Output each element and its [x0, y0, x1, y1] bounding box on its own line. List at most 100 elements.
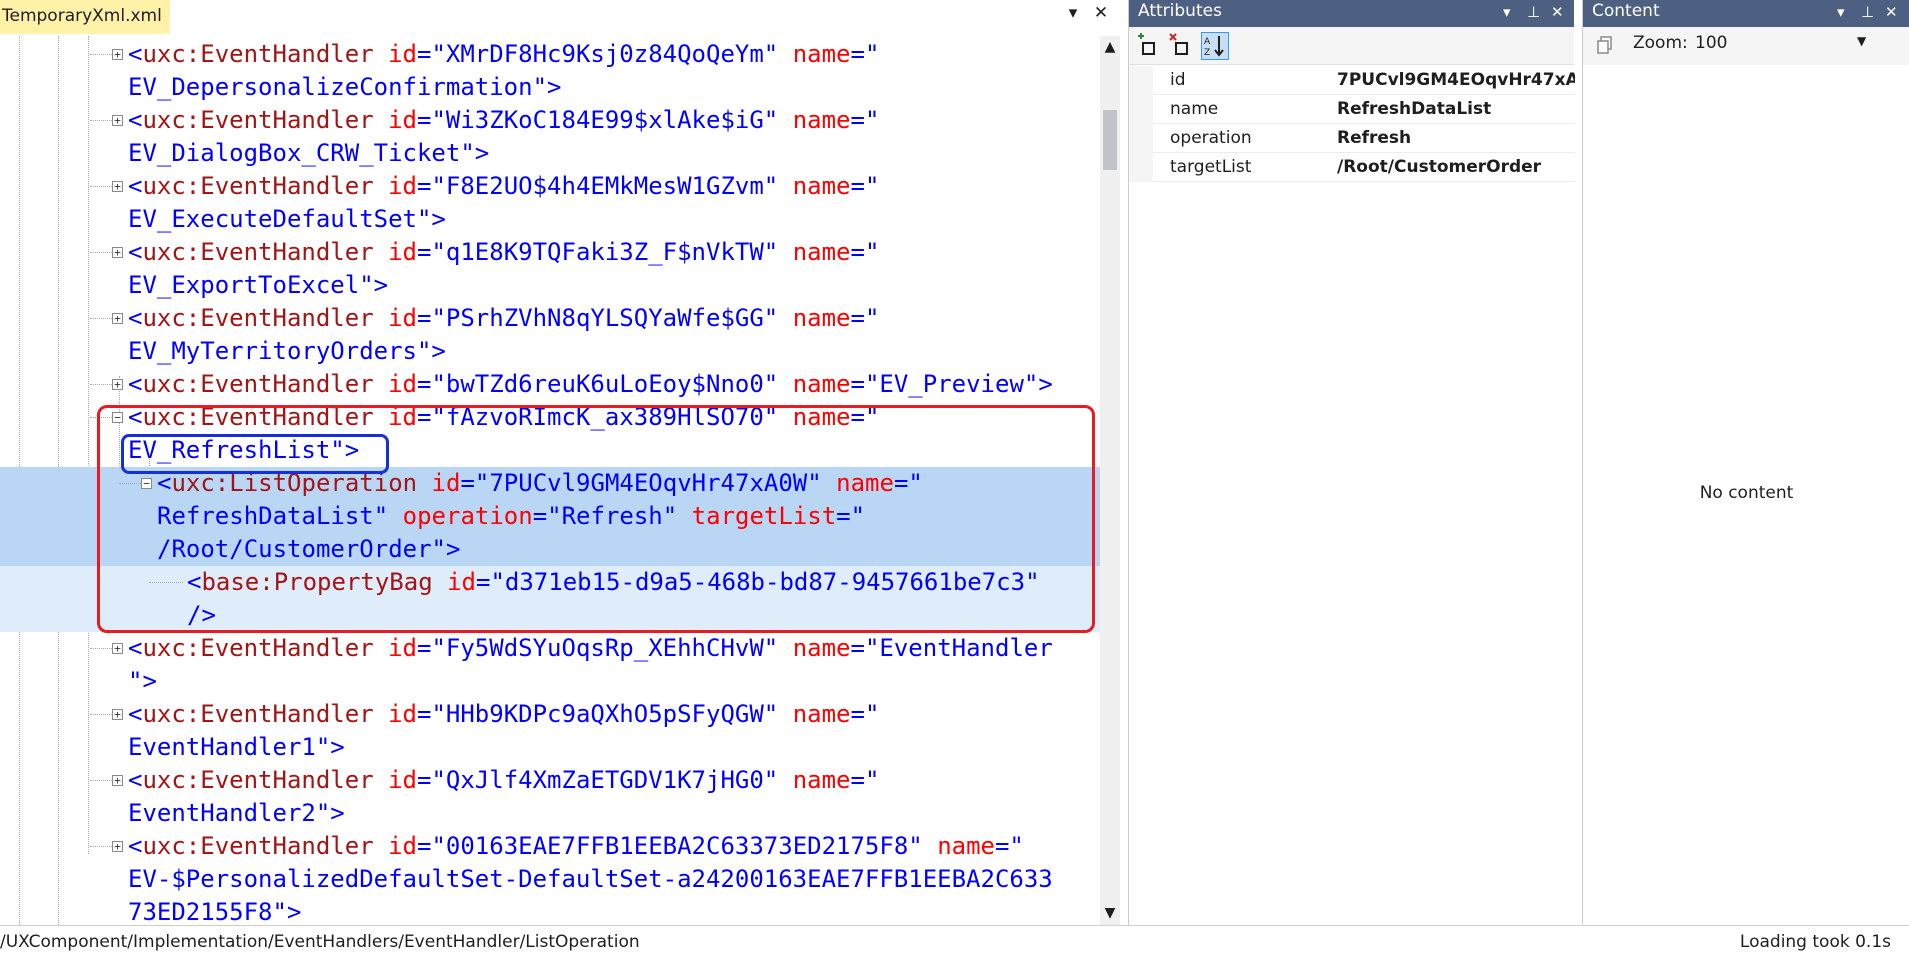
xml-line[interactable]: ">: [0, 665, 1100, 698]
xml-attribute-value: Fy5WdSYuOqsRp_XEhhCHvW: [445, 634, 764, 662]
xml-punctuation: =": [850, 238, 880, 266]
row-gutter: [1129, 95, 1153, 124]
xml-line[interactable]: EventHandler2">: [0, 797, 1100, 830]
content-pane-header: Content ▾ ⊥ ✕: [1583, 0, 1909, 27]
xml-attribute-name: id: [388, 700, 417, 728]
xml-line[interactable]: + <uxc:EventHandler id="HHb9KDPc9aQXhO5pS…: [0, 698, 1100, 731]
tab-temporary-xml[interactable]: TemporaryXml.xml: [0, 0, 170, 34]
sort-alphabetical-icon[interactable]: A Z: [1201, 32, 1229, 60]
chevron-down-icon[interactable]: ▼: [1857, 34, 1866, 48]
xml-punctuation: ": [763, 40, 793, 68]
xml-line[interactable]: + <uxc:EventHandler id="00163EAE7FFB1EEBA…: [0, 830, 1100, 863]
attribute-value[interactable]: /Root/CustomerOrder: [1337, 153, 1575, 182]
expand-node-icon[interactable]: +: [112, 181, 123, 192]
pin-icon[interactable]: ⊥: [1861, 0, 1874, 25]
expand-node-icon[interactable]: +: [112, 313, 123, 324]
expand-node-icon[interactable]: +: [112, 841, 123, 852]
xml-line[interactable]: + <uxc:EventHandler id="bwTZd6reuK6uLoEoy…: [0, 368, 1100, 401]
xml-punctuation: [374, 106, 388, 134]
attribute-key: id: [1170, 70, 1186, 90]
chevron-down-icon[interactable]: ▾: [1503, 0, 1511, 25]
xml-line[interactable]: 73ED2155F8">: [0, 896, 1100, 925]
xml-punctuation: =": [850, 172, 880, 200]
xml-punctuation: ">: [416, 337, 446, 365]
attributes-pane-title: Attributes: [1138, 1, 1222, 21]
row-gutter: [1129, 66, 1153, 95]
attribute-row[interactable]: id 7PUCvl9GM4EOqvHr47xA0W: [1129, 66, 1575, 95]
xml-punctuation: <: [128, 832, 143, 860]
close-icon[interactable]: ✕: [1885, 0, 1898, 25]
xml-editor-pane: TemporaryXml.xml ▾ ✕ + <uxc:EventHandler …: [0, 0, 1120, 925]
xml-line[interactable]: EV_MyTerritoryOrders">: [0, 335, 1100, 368]
xml-line[interactable]: EV_DialogBox_CRW_Ticket">: [0, 137, 1100, 170]
row-gutter: [1129, 153, 1153, 182]
xml-line[interactable]: EV_ExecuteDefaultSet">: [0, 203, 1100, 236]
xml-element-name: uxc:EventHandler: [142, 766, 374, 794]
xml-attribute-value: 73ED2155F8: [128, 898, 273, 925]
zoom-select[interactable]: 100: [1695, 33, 1727, 53]
xml-attribute-name: id: [388, 832, 417, 860]
xml-line[interactable]: + <uxc:EventHandler id="F8E2UO$4h4EMkMesW…: [0, 170, 1100, 203]
expand-node-icon[interactable]: +: [112, 775, 123, 786]
xml-line[interactable]: EV_ExportToExcel">: [0, 269, 1100, 302]
xml-attribute-name: id: [388, 40, 417, 68]
xml-attribute-name: id: [388, 634, 417, 662]
xml-attribute-value: EV_MyTerritoryOrders: [128, 337, 417, 365]
xml-punctuation: <: [128, 238, 143, 266]
xml-punctuation: <: [128, 634, 143, 662]
tree-connector: [90, 648, 112, 649]
xml-attribute-name: id: [388, 766, 417, 794]
xml-line[interactable]: EventHandler1">: [0, 731, 1100, 764]
xml-attribute-value: EV-$PersonalizedDefaultSet-DefaultSet-a2…: [128, 865, 1053, 893]
attribute-row[interactable]: targetList/Root/CustomerOrder: [1129, 153, 1575, 182]
xml-punctuation: <: [128, 766, 143, 794]
pin-icon[interactable]: ⊥: [1527, 0, 1540, 25]
xml-line[interactable]: + <uxc:EventHandler id="PSrhZVhN8qYLSQYaW…: [0, 302, 1100, 335]
scroll-down-arrow-icon[interactable]: ▼: [1100, 902, 1120, 924]
xml-element-name: uxc:EventHandler: [142, 238, 374, 266]
expand-node-icon[interactable]: +: [112, 247, 123, 258]
expand-node-icon[interactable]: +: [112, 709, 123, 720]
attribute-row[interactable]: operation Refresh: [1129, 124, 1575, 153]
xml-line[interactable]: + <uxc:EventHandler id="q1E8K9TQFaki3Z_F$…: [0, 236, 1100, 269]
xml-line[interactable]: EV_DepersonalizeConfirmation">: [0, 71, 1100, 104]
xml-line[interactable]: EV-$PersonalizedDefaultSet-DefaultSet-a2…: [0, 863, 1100, 896]
attribute-value[interactable]: Refresh: [1337, 124, 1575, 153]
scroll-thumb[interactable]: [1103, 110, 1117, 170]
expand-node-icon[interactable]: +: [112, 115, 123, 126]
copy-icon[interactable]: [1593, 32, 1621, 60]
attribute-value[interactable]: RefreshDataList: [1337, 95, 1575, 124]
add-attribute-icon[interactable]: [1134, 32, 1162, 60]
xml-attribute-name: name: [792, 634, 851, 662]
tab-list-dropdown-icon[interactable]: ▾: [1062, 2, 1084, 24]
xml-line[interactable]: + <uxc:EventHandler id="Wi3ZKoC184E99$xlA…: [0, 104, 1100, 137]
xml-punctuation: ">: [460, 139, 490, 167]
attribute-value[interactable]: 7PUCvl9GM4EOqvHr47xA0W: [1337, 66, 1575, 95]
chevron-down-icon[interactable]: ▾: [1837, 0, 1845, 25]
remove-attribute-icon[interactable]: [1167, 32, 1195, 60]
expand-node-icon[interactable]: +: [112, 643, 123, 654]
tree-connector: [90, 120, 112, 121]
xml-line[interactable]: + <uxc:EventHandler id="QxJlf4XmZaETGDV1K…: [0, 764, 1100, 797]
xml-line[interactable]: + <uxc:EventHandler id="XMrDF8Hc9Ksj0z84Q…: [0, 38, 1100, 71]
xml-attribute-name: id: [388, 106, 417, 134]
xml-punctuation: <: [128, 106, 143, 134]
xml-element-name: uxc:EventHandler: [142, 700, 374, 728]
attribute-row[interactable]: name RefreshDataList: [1129, 95, 1575, 124]
xml-line[interactable]: + <uxc:EventHandler id="Fy5WdSYuOqsRp_XEh…: [0, 632, 1100, 665]
expand-node-icon[interactable]: +: [112, 49, 123, 60]
xml-punctuation: ": [763, 172, 793, 200]
xml-attribute-name: name: [792, 304, 851, 332]
expand-node-icon[interactable]: +: [112, 379, 123, 390]
xml-attribute-value: F8E2UO$4h4EMkMesW1GZvm: [445, 172, 764, 200]
vertical-scrollbar[interactable]: ▲ ▼: [1100, 36, 1120, 925]
xml-element-name: uxc:EventHandler: [142, 40, 374, 68]
xml-punctuation: ": [908, 832, 938, 860]
close-icon[interactable]: ✕: [1090, 2, 1112, 24]
scroll-up-arrow-icon[interactable]: ▲: [1100, 36, 1120, 58]
xml-line-text: <uxc:EventHandler id="HHb9KDPc9aQXhO5pSF…: [128, 698, 879, 731]
xml-punctuation: [374, 832, 388, 860]
xml-punctuation: ": [763, 634, 793, 662]
xml-line-text: <uxc:EventHandler id="QxJlf4XmZaETGDV1K7…: [128, 764, 879, 797]
close-icon[interactable]: ✕: [1551, 0, 1564, 25]
